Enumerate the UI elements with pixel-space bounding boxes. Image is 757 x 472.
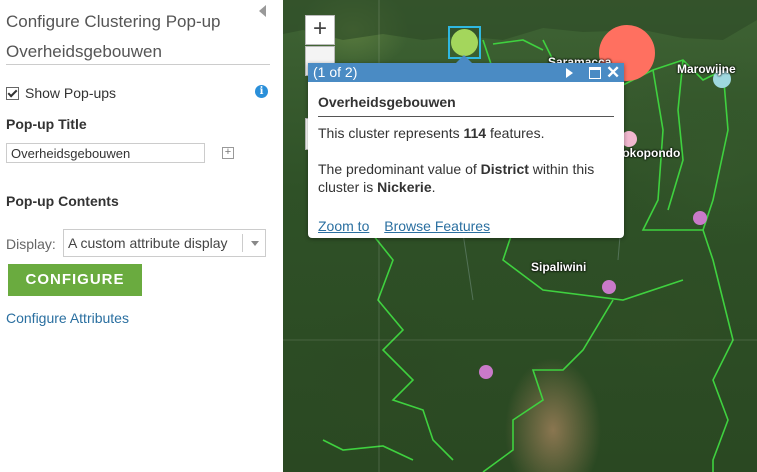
popup-title-input[interactable] bbox=[6, 143, 205, 163]
map-view[interactable]: + Saramacca Marowijne Brokopondo Sipaliw… bbox=[283, 0, 757, 472]
show-popups-row[interactable]: Show Pop-ups bbox=[6, 85, 116, 101]
configure-attributes-link[interactable]: Configure Attributes bbox=[6, 310, 129, 326]
next-feature-icon[interactable] bbox=[566, 68, 573, 78]
select-divider bbox=[242, 234, 243, 252]
maximize-icon[interactable] bbox=[589, 67, 601, 79]
display-select-value: A custom attribute display bbox=[68, 235, 228, 251]
popup-title-label: Pop-up Title bbox=[6, 116, 87, 132]
popup-counter: (1 of 2) bbox=[313, 64, 358, 80]
collapse-panel-icon[interactable] bbox=[259, 5, 266, 17]
side-panel: Configure Clustering Pop-up Overheidsgeb… bbox=[0, 0, 283, 472]
configure-button[interactable]: CONFIGURE bbox=[8, 264, 142, 296]
popup-cluster-count-text: This cluster represents 114 features. bbox=[318, 125, 545, 141]
cluster-popup: (1 of 2) ✕ Overheidsgebouwen This cluste… bbox=[308, 55, 624, 238]
label-marowijne: Marowijne bbox=[677, 62, 736, 76]
popup-title: Overheidsgebouwen bbox=[318, 82, 614, 117]
popup-contents-label: Pop-up Contents bbox=[6, 193, 119, 209]
popup-pointer bbox=[456, 55, 472, 63]
field-name: District bbox=[480, 161, 529, 177]
zoom-to-link[interactable]: Zoom to bbox=[318, 218, 369, 234]
browse-features-link[interactable]: Browse Features bbox=[384, 218, 490, 234]
label-sipaliwini: Sipaliwini bbox=[531, 260, 587, 274]
popup-actions: Zoom to Browse Features bbox=[318, 218, 501, 234]
display-label: Display: bbox=[6, 236, 56, 252]
popup-header: (1 of 2) ✕ bbox=[308, 63, 624, 82]
field-value: Nickerie bbox=[377, 179, 432, 195]
display-select[interactable]: A custom attribute display bbox=[63, 229, 266, 257]
cluster-south[interactable] bbox=[479, 365, 493, 379]
show-popups-checkbox[interactable] bbox=[6, 86, 19, 100]
info-icon[interactable]: i bbox=[255, 85, 268, 98]
zoom-in-button[interactable]: + bbox=[305, 15, 335, 45]
add-field-icon[interactable]: + bbox=[222, 147, 234, 159]
show-popups-label: Show Pop-ups bbox=[25, 85, 117, 101]
chevron-down-icon bbox=[251, 241, 259, 246]
close-icon[interactable]: ✕ bbox=[606, 63, 620, 82]
panel-title: Configure Clustering Pop-up Overheidsgeb… bbox=[6, 12, 221, 61]
popup-predominant-text: The predominant value of District within… bbox=[318, 161, 595, 195]
divider bbox=[6, 64, 270, 65]
cluster-count: 114 bbox=[463, 125, 487, 141]
cluster-sipaliwini[interactable] bbox=[602, 280, 616, 294]
cluster-east[interactable] bbox=[693, 211, 707, 225]
